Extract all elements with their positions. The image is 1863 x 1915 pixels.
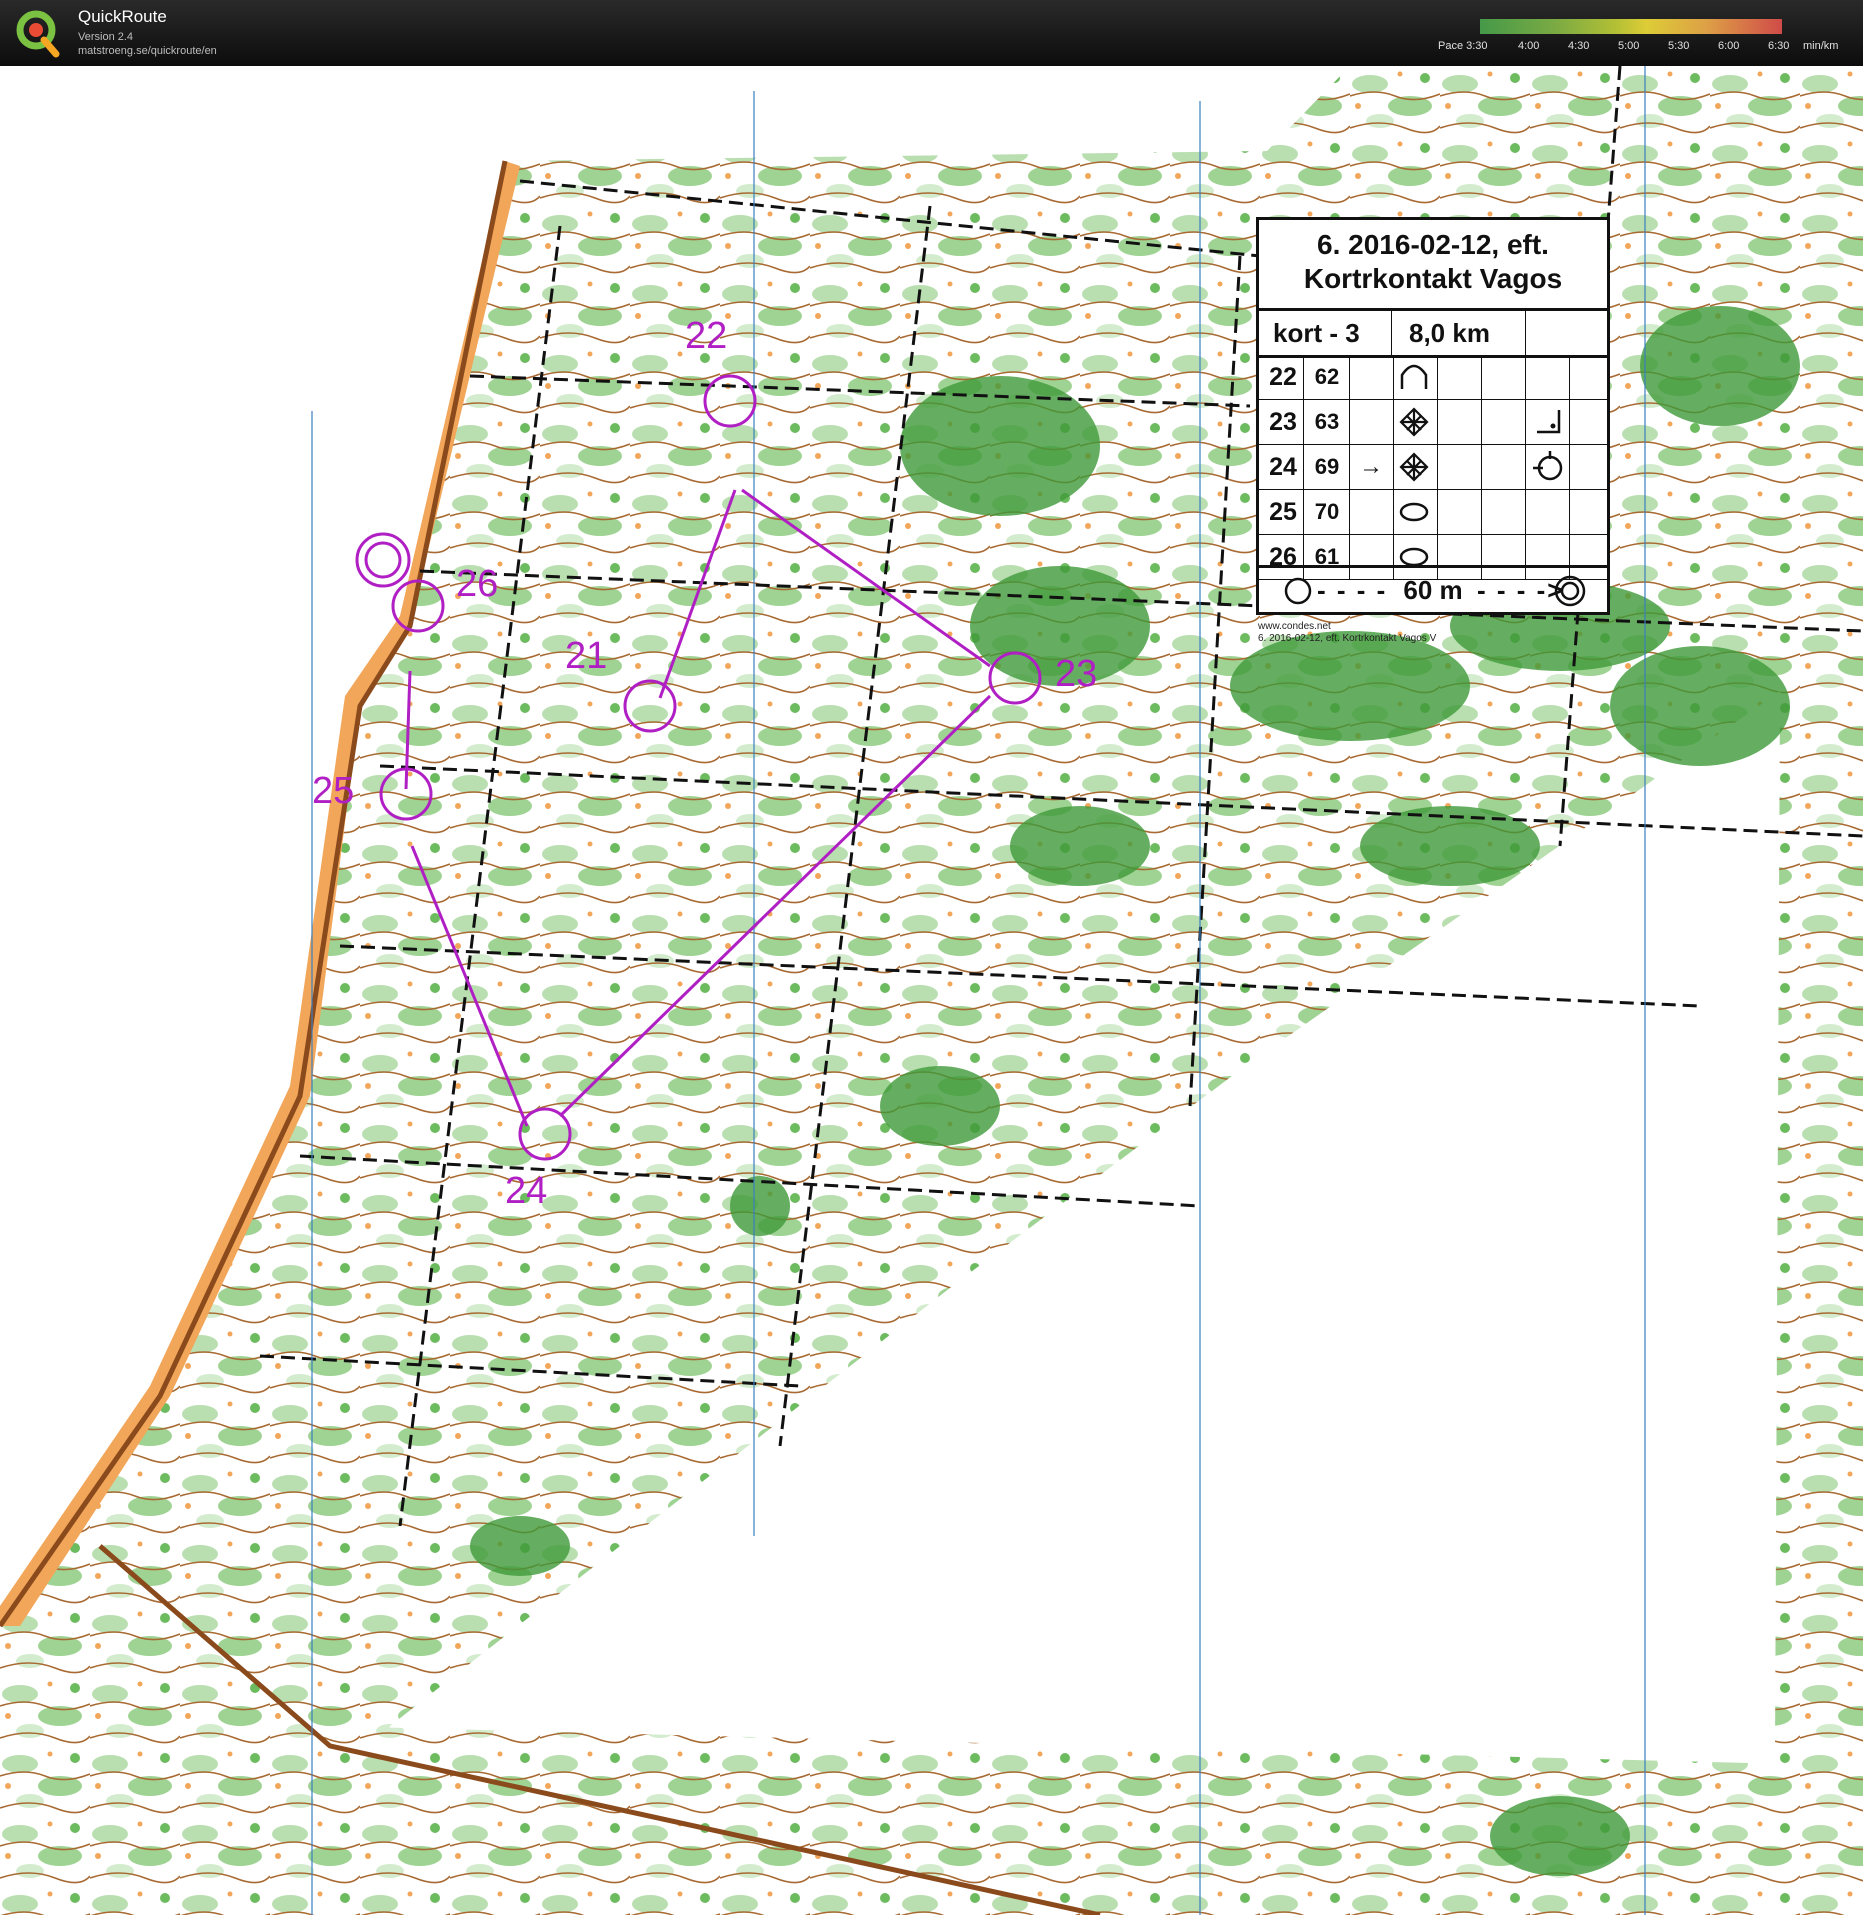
dash-left: - - - - [1317,575,1388,605]
card-finish-row: - - - - 60 m - - - -> [1259,565,1607,612]
pace-label: min/km [1803,40,1839,52]
course-length: 8,0 km [1409,318,1490,348]
pace-label: 4:30 [1568,40,1590,52]
quickroute-logo [16,10,60,58]
control-label-21: 21 [565,635,608,677]
card-title: 6. 2016-02-12, eft. Kortrkontakt Vagos [1259,228,1607,296]
finish-distance: 60 m [1403,575,1463,605]
control-number: 23 [1269,408,1297,436]
control-label-25: 25 [312,770,355,812]
app-version: Version 2.4 [78,31,134,43]
card-control-rows: 22 62 23 63 24 69 → 25 70 26 61 [1259,355,1607,580]
control-direction: → [1359,453,1383,480]
control-code: 70 [1314,499,1340,524]
pace-label: Pace 3:30 [1438,40,1488,52]
map-credit: www.condes.net 6. 2016-02-12, eft. Kortr… [1258,621,1436,645]
control-code: 62 [1314,364,1340,389]
pace-label: 4:00 [1518,40,1540,52]
pace-label: 5:30 [1668,40,1690,52]
control-row: 23 63 [1259,400,1607,445]
card-title-line1: 6. 2016-02-12, eft. [1317,229,1549,260]
thicket-icon [1399,407,1429,437]
control-row: 22 62 [1259,355,1607,400]
pace-gradient-bar [1480,19,1782,34]
corner-icon [1537,410,1561,434]
pace-label: 6:30 [1768,40,1790,52]
knoll-icon [1400,364,1428,389]
course-name: kort - 3 [1273,318,1360,348]
card-course-row: kort - 3 8,0 km [1259,308,1607,358]
edge-icon [1533,451,1563,481]
control-label-22: 22 [685,315,728,357]
control-number: 22 [1269,363,1297,391]
control-number: 25 [1269,498,1297,526]
card-title-line2: Kortrkontakt Vagos [1303,263,1563,294]
map-credit-line1: www.condes.net [1258,621,1331,632]
pace-label: 6:00 [1718,40,1740,52]
control-description-card: 6. 2016-02-12, eft. Kortrkontakt Vagos k… [1256,217,1610,615]
orienteering-map[interactable]: 21 22 23 24 25 26 6. 2016-02-12, eft. Ko… [0,66,1863,1915]
control-label-23: 23 [1055,653,1098,695]
app-name: QuickRoute [78,7,167,26]
control-row: 25 70 [1259,490,1607,535]
control-number: 24 [1269,453,1297,481]
control-label-26: 26 [456,563,499,605]
depression-icon [1399,502,1429,522]
thicket-icon [1399,452,1429,482]
control-row: 24 69 → [1259,445,1607,490]
app-header: QuickRoute Version 2.4 matstroeng.se/qui… [0,0,1863,66]
dash-right: - - - -> [1477,575,1565,605]
start-circle-icon [1284,577,1312,605]
finish-inner-circle [364,541,402,579]
app-url: matstroeng.se/quickroute/en [78,45,217,57]
finish-circle-icon [1554,575,1586,607]
pace-label: 5:00 [1618,40,1640,52]
control-code: 63 [1314,409,1340,434]
control-label-24: 24 [505,1170,548,1212]
control-code: 69 [1314,454,1340,479]
map-credit-line2: 6. 2016-02-12, eft. Kortrkontakt Vagos V [1258,633,1437,644]
